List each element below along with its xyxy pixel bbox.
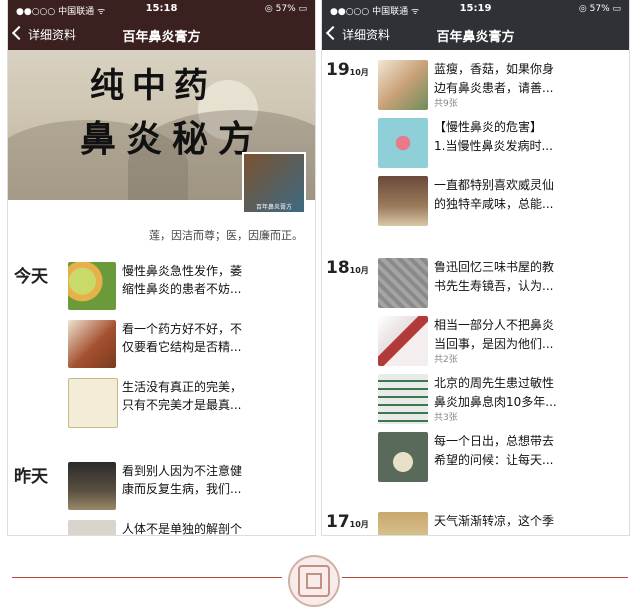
moment-item[interactable]: 每一个日出，总想带去 希望的问候：让每天... [378, 432, 623, 490]
date-label: 1910月 [326, 60, 369, 80]
date-month: 10月 [349, 266, 369, 275]
day-label: 昨天 [14, 467, 48, 487]
moment-item[interactable]: 蓝瘦，香菇，如果你身 边有鼻炎患者，请善... 共9张 [378, 60, 623, 118]
moment-thumbnail [378, 60, 428, 110]
cover-calligraphy-line2: 鼻炎秘方 [80, 118, 265, 160]
moment-item[interactable]: 【慢性鼻炎的危害】 1.当慢性鼻炎发病时... [378, 118, 623, 176]
date-day: 19 [326, 60, 350, 80]
nav-bar: 详细资料 百年鼻炎膏方 [8, 18, 315, 50]
moment-item[interactable]: 看一个药方好不好，不 仅要看它结构是否精... [68, 320, 308, 372]
right-phone-screen: ●●○○○ 中国联通 ᯤ 15:19 ◎ 57% ▭ 详细资料 百年鼻炎膏方 1… [322, 0, 629, 535]
moment-thumbnail [378, 258, 428, 308]
moment-item[interactable]: 生活没有真正的完美， 只有不完美才是最真... [68, 378, 308, 430]
page-title: 百年鼻炎膏方 [122, 30, 201, 45]
moment-text: 看一个药方好不好，不 [122, 322, 243, 336]
moment-text: 鼻炎加鼻息肉10多年... [434, 395, 557, 409]
moment-thumbnail [378, 118, 428, 168]
moment-text: 一直都特别喜欢威灵仙 [434, 178, 555, 192]
avatar-caption: 百年鼻炎膏方 [255, 204, 292, 211]
cover-calligraphy-line1: 纯中药 [90, 66, 216, 106]
moment-text: 的独特辛咸味，总能... [434, 197, 554, 211]
profile-signature: 莲，因洁而尊；医，因廉而正。 [149, 229, 303, 242]
moment-item[interactable]: 北京的周先生患过敏性 鼻炎加鼻息肉10多年... 共3张 [378, 374, 623, 432]
day-label: 今天 [14, 267, 48, 287]
moment-text: 康而反复生病，我们... [122, 482, 242, 496]
moment-text: 相当一部分人不把鼻炎 [434, 318, 555, 332]
moment-text: 【慢性鼻炎的危害】 [434, 120, 543, 134]
moment-text: 蓝瘦，香菇，如果你身 [434, 62, 555, 76]
moment-text: 北京的周先生患过敏性 [434, 376, 555, 390]
moment-text: 每一个日出，总想带去 [434, 434, 555, 448]
moment-thumbnail [378, 316, 428, 366]
moment-thumbnail [378, 512, 428, 535]
moment-thumbnail [68, 520, 116, 535]
date-label: 1810月 [326, 258, 369, 278]
moment-thumbnail [68, 320, 116, 368]
image-count: 共3张 [434, 413, 458, 423]
ornament-emblem-icon [288, 555, 340, 607]
moment-item[interactable]: 人体不是单独的解剖个 [68, 520, 308, 535]
moment-text: 鲁迅回忆三味书屋的教 [434, 260, 555, 274]
date-label: 1710月 [326, 512, 369, 532]
moment-text: 缩性鼻炎的患者不妨... [122, 282, 242, 296]
page-title: 百年鼻炎膏方 [436, 30, 515, 45]
divider-right [342, 577, 628, 578]
moment-item[interactable]: 一直都特别喜欢威灵仙 的独特辛咸味，总能... [378, 176, 623, 234]
moment-text: 当回事，是因为他们... [434, 337, 554, 351]
moment-thumbnail [378, 176, 428, 226]
moment-item[interactable]: 相当一部分人不把鼻炎 当回事，是因为他们... 共2张 [378, 316, 623, 374]
moment-text: 书先生寿镜吾，认为... [434, 279, 554, 293]
nav-bar: 详细资料 百年鼻炎膏方 [322, 18, 629, 50]
moment-thumbnail [378, 374, 428, 424]
moment-text: 只有不完美才是最真... [122, 398, 242, 412]
status-bar: ●●○○○ 中国联通 ᯤ 15:18 ◎ 57% ▭ [8, 0, 315, 18]
moment-text: 人体不是单独的解剖个 [122, 522, 243, 535]
moment-text: 1.当慢性鼻炎发病时... [434, 139, 553, 153]
moment-item[interactable]: 看到别人因为不注意健 康而反复生病，我们... [68, 462, 308, 514]
battery-indicator: ◎ 57% ▭ [264, 4, 307, 14]
battery-indicator: ◎ 57% ▭ [578, 4, 621, 14]
date-day: 18 [326, 258, 350, 278]
moment-text: 慢性鼻炎急性发作，萎 [122, 264, 243, 278]
divider-left [12, 577, 282, 578]
avatar[interactable]: 百年鼻炎膏方 [242, 152, 306, 214]
moment-thumbnail [378, 432, 428, 482]
image-count: 共2张 [434, 355, 458, 365]
moment-text: 边有鼻炎患者，请善... [434, 81, 554, 95]
moment-text: 看到别人因为不注意健 [122, 464, 243, 478]
moment-text: 生活没有真正的完美， [122, 380, 243, 394]
moment-item[interactable]: 慢性鼻炎急性发作，萎 缩性鼻炎的患者不妨... [68, 262, 308, 314]
moment-text: 天气渐渐转凉，这个季 [434, 514, 555, 528]
moment-text: 仅要看它结构是否精... [122, 340, 242, 354]
moment-thumbnail [68, 378, 118, 428]
moment-thumbnail [68, 262, 116, 310]
date-day: 17 [326, 512, 350, 532]
moment-item[interactable]: 天气渐渐转凉，这个季 [378, 512, 623, 535]
status-bar: ●●○○○ 中国联通 ᯤ 15:19 ◎ 57% ▭ [322, 0, 629, 18]
left-phone-screen: ●●○○○ 中国联通 ᯤ 15:18 ◎ 57% ▭ 详细资料 百年鼻炎膏方 纯… [8, 0, 315, 535]
moment-item[interactable]: 鲁迅回忆三味书屋的教 书先生寿镜吾，认为... [378, 258, 623, 316]
date-month: 10月 [349, 68, 369, 77]
date-month: 10月 [349, 520, 369, 529]
moment-text: 希望的问候：让每天... [434, 453, 554, 467]
image-count: 共9张 [434, 99, 458, 109]
moment-thumbnail [68, 462, 116, 510]
